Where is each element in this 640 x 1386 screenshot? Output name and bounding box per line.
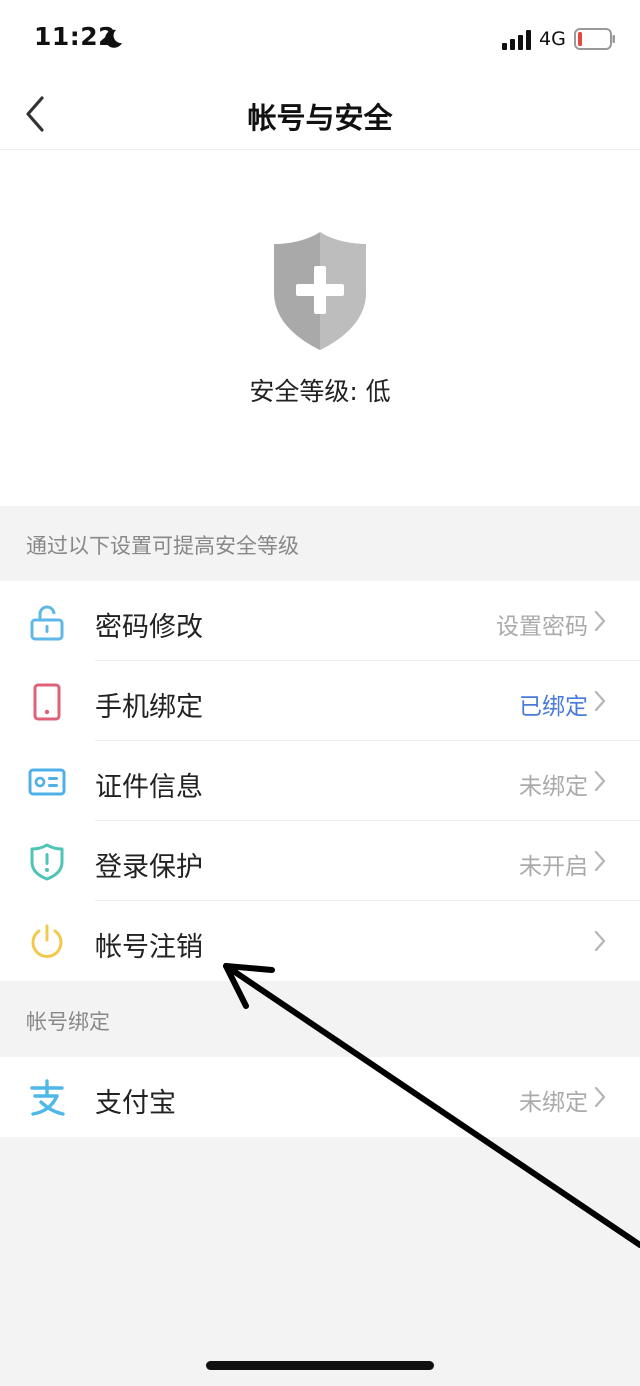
chevron-right-icon [594,1086,606,1108]
item-label: 密码修改 [95,612,203,643]
battery-icon [574,28,615,50]
item-label: 手机绑定 [95,692,203,723]
list-item-account-deletion[interactable]: 帐号注销 [0,901,640,981]
item-value: 设置密码 [496,614,588,640]
alipay-icon [30,1079,65,1116]
nav-bar: 帐号与安全 [0,80,640,150]
improve-security-header: 通过以下设置可提高安全等级 [26,534,299,558]
chevron-right-icon [594,610,606,632]
item-label: 证件信息 [95,772,203,803]
item-label: 帐号注销 [95,932,203,963]
item-value: 未绑定 [519,1090,588,1116]
home-indicator[interactable] [206,1361,434,1370]
chevron-right-icon [594,770,606,792]
page-title: 帐号与安全 [247,101,393,135]
item-value: 已绑定 [519,694,588,720]
chevron-right-icon [594,690,606,712]
item-value: 未绑定 [519,774,588,800]
lock-icon [30,605,64,641]
list-item-login-protection[interactable]: 登录保护 未开启 [0,821,640,901]
list-item-alipay[interactable]: 支付宝 未绑定 [0,1057,640,1137]
shield-alert-icon [30,843,64,881]
list-item-password[interactable]: 密码修改 设置密码 [0,581,640,661]
id-card-icon [28,768,66,796]
item-label: 登录保护 [95,852,203,883]
security-level-text: 安全等级: 低 [249,377,391,406]
status-bar: 11:22 4G [0,0,640,80]
security-settings-list: 密码修改 设置密码 手机绑定 已绑定 证件信息 未绑定 登录保护 未开启 帐号注… [0,581,640,981]
moon-icon [105,29,122,48]
item-label: 支付宝 [95,1088,176,1119]
chevron-right-icon [594,930,606,952]
chevron-right-icon [594,850,606,872]
network-label: 4G [539,28,566,50]
top-area: 11:22 4G 帐号与安全 安全等级: 低 [0,0,640,506]
item-value: 未开启 [519,854,588,880]
security-shield-icon [274,232,366,350]
signal-icon [502,30,531,50]
phone-icon [33,683,61,721]
account-binding-header: 帐号绑定 [26,1010,110,1034]
account-binding-list: 支付宝 未绑定 [0,1057,640,1137]
list-item-id-info[interactable]: 证件信息 未绑定 [0,741,640,821]
list-item-phone[interactable]: 手机绑定 已绑定 [0,661,640,741]
power-icon [31,924,63,958]
